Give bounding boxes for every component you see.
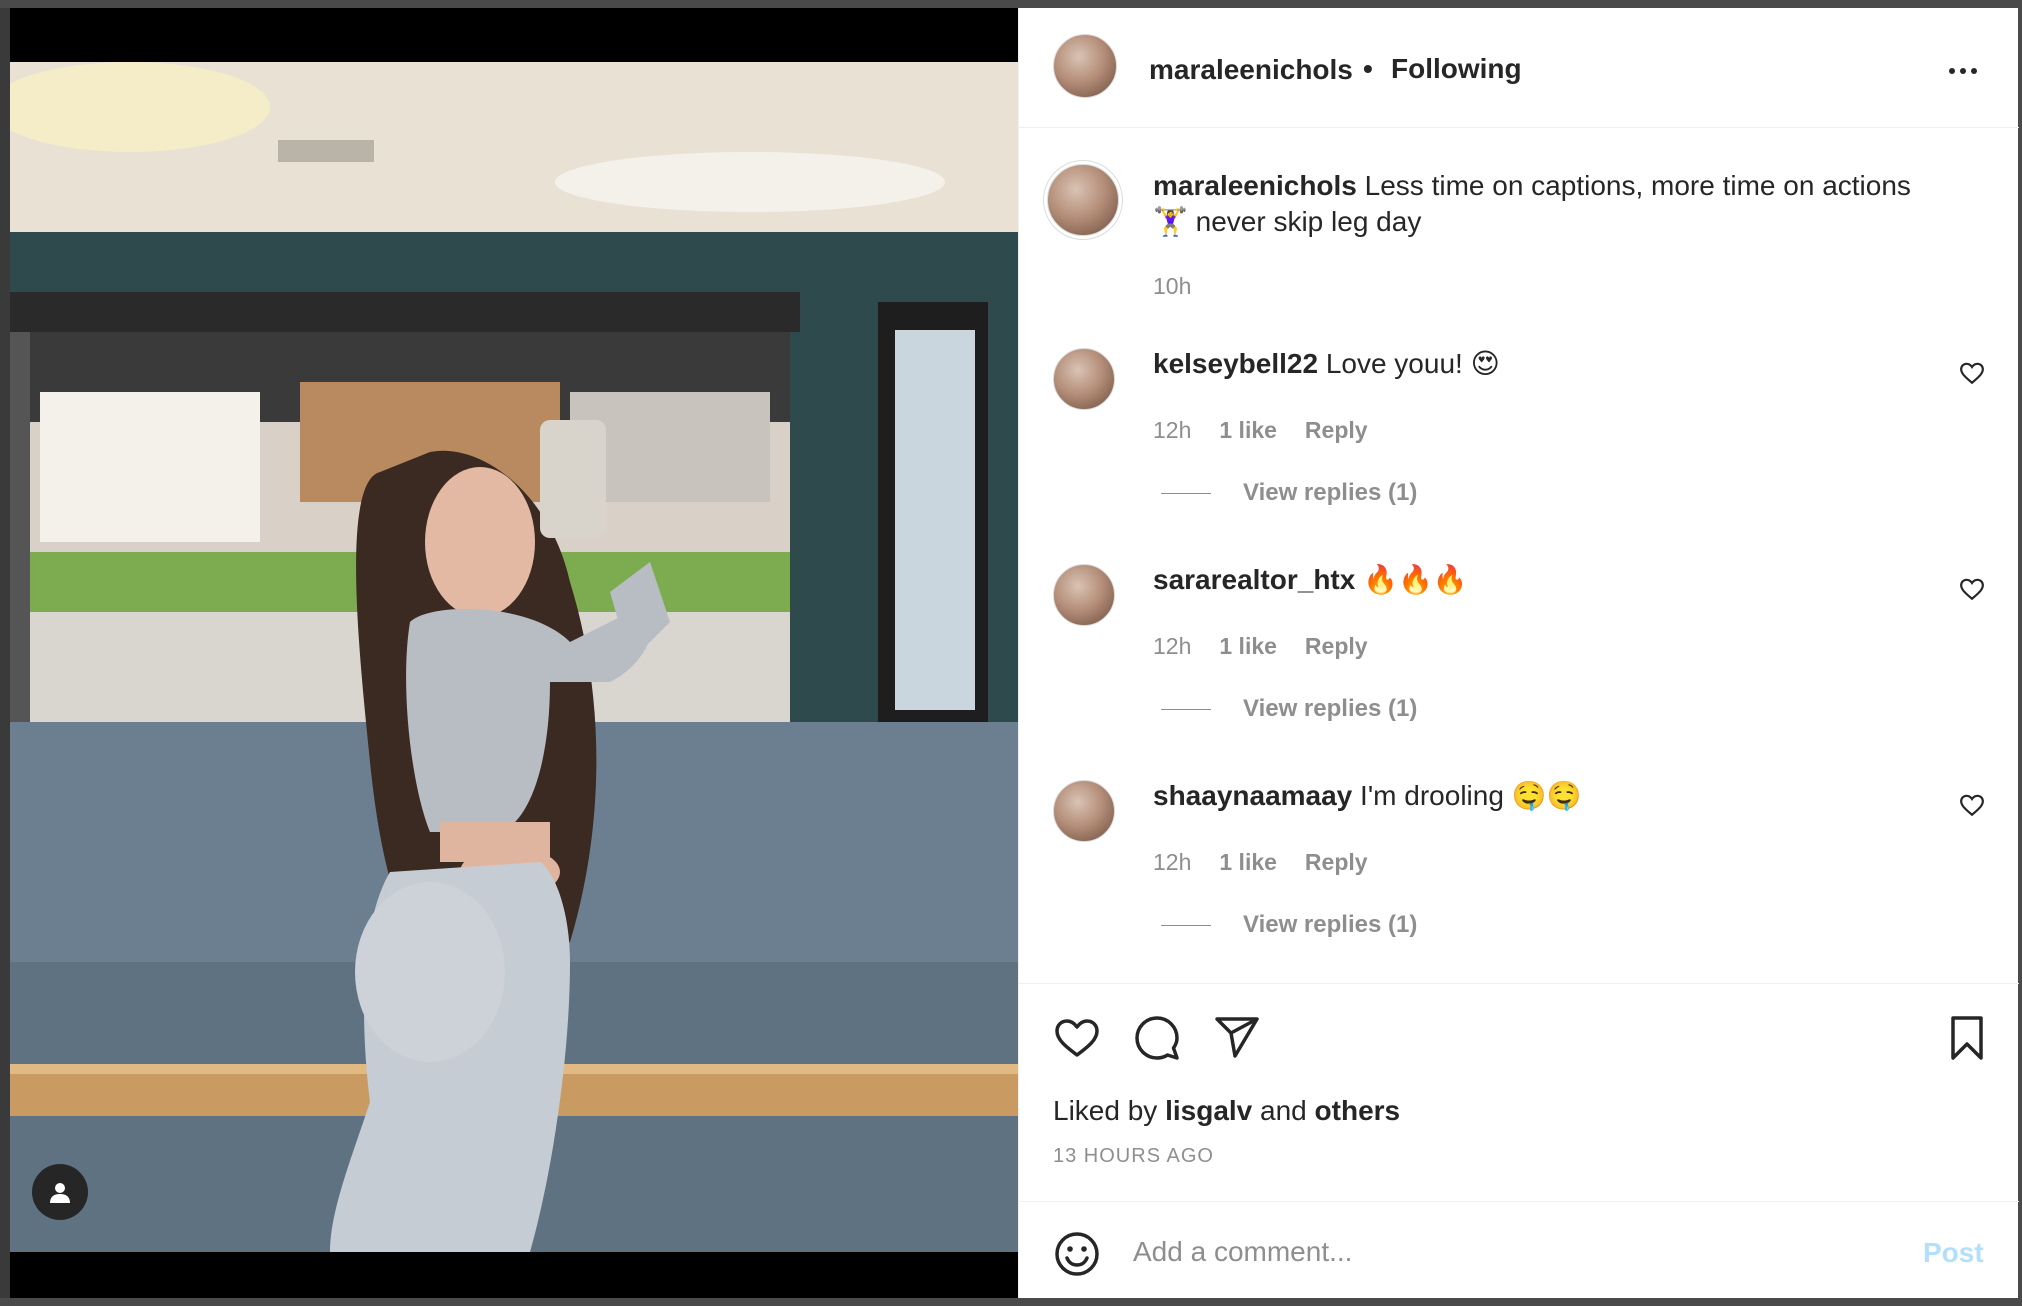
bookmark-icon[interactable] <box>1943 1014 1991 1062</box>
comment-like-heart-icon[interactable] <box>1959 792 1985 818</box>
view-replies-button[interactable]: View replies (1) <box>1161 694 1417 724</box>
caption-meta: 10h <box>1153 272 1191 300</box>
comment-input[interactable] <box>1133 1224 1893 1280</box>
replies-divider <box>1161 492 1211 494</box>
liked-by-user[interactable]: lisgalv <box>1165 1095 1252 1126</box>
following-button[interactable]: Following <box>1391 52 1522 86</box>
more-dot <box>1971 68 1977 74</box>
add-comment-bar: Post <box>1019 1201 2019 1298</box>
share-icon[interactable] <box>1213 1014 1261 1062</box>
author-avatar[interactable] <box>1053 34 1117 98</box>
post-actions: Liked by lisgalv and others 13 HOURS AGO <box>1019 983 2019 1201</box>
more-dot <box>1960 68 1966 74</box>
comment-body: I'm drooling 🤤🤤 <box>1360 780 1582 811</box>
comment-username[interactable]: sararealtor_htx <box>1153 564 1355 595</box>
comments-list[interactable]: maraleenichols Less time on captions, mo… <box>1019 128 2019 983</box>
liked-by-prefix: Liked by <box>1053 1095 1158 1126</box>
comment-time: 12h <box>1153 849 1192 875</box>
view-replies-label: View replies (1) <box>1243 695 1418 722</box>
view-replies-label: View replies (1) <box>1243 911 1418 938</box>
liked-by-summary: Liked by lisgalv and others <box>1053 1094 1400 1128</box>
comment-likes[interactable]: 1 like <box>1219 632 1277 660</box>
user-tag-icon-glyph <box>50 1183 70 1203</box>
view-replies-button[interactable]: View replies (1) <box>1161 478 1417 508</box>
liked-by-others[interactable]: others <box>1315 1095 1401 1126</box>
more-options-icon[interactable] <box>1941 58 1985 84</box>
view-replies-button[interactable]: View replies (1) <box>1161 910 1417 940</box>
comment-body: 🔥🔥🔥 <box>1363 564 1468 595</box>
comment-text: shaaynaamaay I'm drooling 🤤🤤 <box>1153 778 1973 814</box>
comment-time: 12h <box>1153 633 1192 659</box>
caption-avatar[interactable] <box>1047 164 1119 236</box>
liked-by-and: and <box>1260 1095 1307 1126</box>
view-replies-label: View replies (1) <box>1243 479 1418 506</box>
caption-body: Less time on captions, more time on acti… <box>1364 170 1911 201</box>
comment-meta: 12h 1 like Reply <box>1153 632 1368 660</box>
comment-likes[interactable]: 1 like <box>1219 848 1277 876</box>
comment-meta: 12h 1 like Reply <box>1153 416 1368 444</box>
post-header: maraleenichols • Following <box>1019 8 2019 128</box>
post-sidebar: maraleenichols • Following maraleenichol… <box>1018 8 2019 1298</box>
caption-body-line2: 🏋️‍♀️ never skip leg day <box>1153 206 1422 237</box>
comment-likes[interactable]: 1 like <box>1219 416 1277 444</box>
backdrop <box>0 1298 2022 1306</box>
post-media[interactable] <box>10 8 1018 1298</box>
comment-username[interactable]: shaaynaamaay <box>1153 780 1352 811</box>
caption-time: 10h <box>1153 273 1192 299</box>
comment-body: Love youu! 😍 <box>1325 348 1500 379</box>
comment-meta: 12h 1 like Reply <box>1153 848 1368 876</box>
reply-button[interactable]: Reply <box>1305 632 1368 660</box>
replies-divider <box>1161 924 1211 926</box>
heart-icon[interactable] <box>1053 1014 1101 1062</box>
caption-text: maraleenichols Less time on captions, mo… <box>1153 168 1973 240</box>
backdrop <box>0 0 2022 8</box>
comment-like-heart-icon[interactable] <box>1959 576 1985 602</box>
user-tag-icon[interactable] <box>32 1164 88 1220</box>
post-timestamp[interactable]: 13 HOURS AGO <box>1053 1144 1214 1168</box>
more-dot <box>1949 68 1955 74</box>
replies-divider <box>1161 708 1211 710</box>
caption-username[interactable]: maraleenichols <box>1153 170 1357 201</box>
comment-text: sararealtor_htx 🔥🔥🔥 <box>1153 562 1973 598</box>
emoji-icon[interactable] <box>1053 1230 1101 1278</box>
author-username[interactable]: maraleenichols <box>1149 53 1353 87</box>
header-separator: • <box>1363 53 1373 84</box>
reply-button[interactable]: Reply <box>1305 416 1368 444</box>
comment-icon[interactable] <box>1133 1014 1181 1062</box>
comment-text: kelseybell22 Love youu! 😍 <box>1153 346 1973 382</box>
comment-time: 12h <box>1153 417 1192 443</box>
commenter-avatar[interactable] <box>1053 780 1115 842</box>
photo-illustration <box>10 62 1018 1252</box>
commenter-avatar[interactable] <box>1053 348 1115 410</box>
commenter-avatar[interactable] <box>1053 564 1115 626</box>
post-photo[interactable] <box>10 62 1018 1252</box>
comment-like-heart-icon[interactable] <box>1959 360 1985 386</box>
reply-button[interactable]: Reply <box>1305 848 1368 876</box>
comment-username[interactable]: kelseybell22 <box>1153 348 1318 379</box>
post-comment-button[interactable]: Post <box>1923 1236 1984 1270</box>
